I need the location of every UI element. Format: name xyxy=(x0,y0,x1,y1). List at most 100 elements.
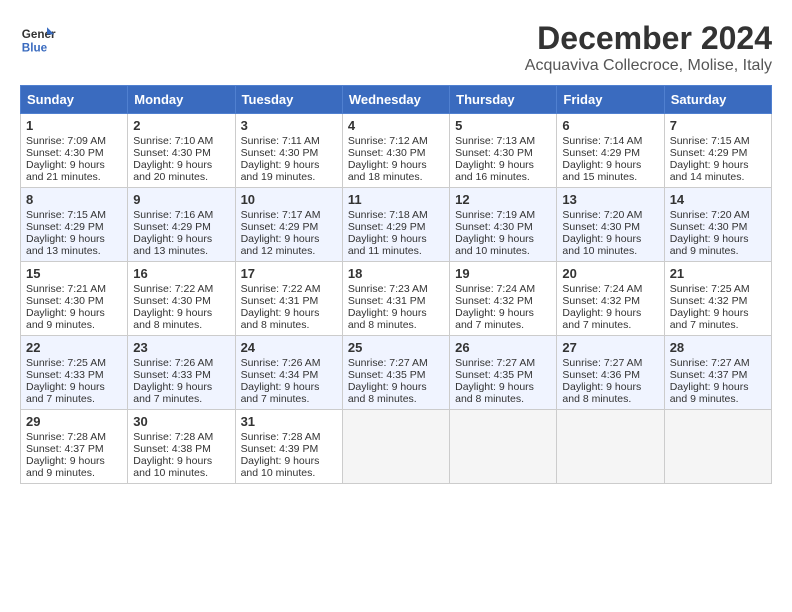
sunrise-text: Sunrise: 7:18 AM xyxy=(348,209,444,221)
sunrise-text: Sunrise: 7:28 AM xyxy=(26,431,122,443)
calendar-cell: 31Sunrise: 7:28 AMSunset: 4:39 PMDayligh… xyxy=(235,410,342,484)
day-number: 23 xyxy=(133,340,229,355)
daylight-text: Daylight: 9 hours and 9 minutes. xyxy=(670,381,766,405)
sunset-text: Sunset: 4:30 PM xyxy=(26,295,122,307)
sunset-text: Sunset: 4:38 PM xyxy=(133,443,229,455)
location-title: Acquaviva Collecroce, Molise, Italy xyxy=(525,57,772,75)
sunset-text: Sunset: 4:29 PM xyxy=(348,221,444,233)
day-number: 29 xyxy=(26,414,122,429)
calendar-cell: 18 Sunrise: 7:23 AMSunset: 4:31 PMDayligh… xyxy=(342,262,449,336)
sunset-text: Sunset: 4:36 PM xyxy=(562,369,658,381)
calendar-cell: 25Sunrise: 7:27 AMSunset: 4:35 PMDayligh… xyxy=(342,336,449,410)
calendar-cell: 13Sunrise: 7:20 AMSunset: 4:30 PMDayligh… xyxy=(557,188,664,262)
daylight-text: Daylight: 9 hours and 10 minutes. xyxy=(562,233,658,257)
svg-text:General: General xyxy=(22,28,56,41)
sunset-text: Sunset: 4:30 PM xyxy=(348,147,444,159)
sunset-text: Sunset: 4:30 PM xyxy=(133,295,229,307)
day-number: 3 xyxy=(241,118,337,133)
logo: General Blue xyxy=(20,20,56,56)
daylight-text: Daylight: 9 hours and 9 minutes. xyxy=(26,307,122,331)
sunrise-text: Sunrise: 7:16 AM xyxy=(133,209,229,221)
calendar-week-row: 22Sunrise: 7:25 AMSunset: 4:33 PMDayligh… xyxy=(21,336,772,410)
sunset-text: Sunset: 4:29 PM xyxy=(670,147,766,159)
calendar-cell: 3Sunrise: 7:11 AMSunset: 4:30 PMDaylight… xyxy=(235,114,342,188)
calendar-cell xyxy=(450,410,557,484)
sunset-text: Sunset: 4:39 PM xyxy=(241,443,337,455)
daylight-text: Daylight: 9 hours and 8 minutes. xyxy=(241,307,337,331)
sunrise-text: Sunrise: 7:15 AM xyxy=(26,209,122,221)
day-header-sunday: Sunday xyxy=(21,86,128,114)
calendar-cell: 26Sunrise: 7:27 AMSunset: 4:35 PMDayligh… xyxy=(450,336,557,410)
title-area: December 2024 Acquaviva Collecroce, Moli… xyxy=(525,20,772,75)
sunrise-text: Sunrise: 7:25 AM xyxy=(670,283,766,295)
daylight-text: Daylight: 9 hours and 13 minutes. xyxy=(133,233,229,257)
sunset-text: Sunset: 4:35 PM xyxy=(348,369,444,381)
sunrise-text: Sunrise: 7:27 AM xyxy=(348,357,444,369)
calendar-cell: 21Sunrise: 7:25 AMSunset: 4:32 PMDayligh… xyxy=(664,262,771,336)
day-number: 9 xyxy=(133,192,229,207)
day-number: 18 xyxy=(348,266,444,281)
daylight-text: Daylight: 9 hours and 7 minutes. xyxy=(133,381,229,405)
sunset-text: Sunset: 4:33 PM xyxy=(133,369,229,381)
daylight-text: Daylight: 9 hours and 13 minutes. xyxy=(26,233,122,257)
calendar-cell: 17Sunrise: 7:22 AMSunset: 4:31 PMDayligh… xyxy=(235,262,342,336)
calendar-cell: 2Sunrise: 7:10 AMSunset: 4:30 PMDaylight… xyxy=(128,114,235,188)
daylight-text: Daylight: 9 hours and 7 minutes. xyxy=(670,307,766,331)
calendar-cell: 6Sunrise: 7:14 AMSunset: 4:29 PMDaylight… xyxy=(557,114,664,188)
daylight-text: Daylight: 9 hours and 11 minutes. xyxy=(348,233,444,257)
day-number: 11 xyxy=(348,192,444,207)
calendar-cell: 28Sunrise: 7:27 AMSunset: 4:37 PMDayligh… xyxy=(664,336,771,410)
calendar-cell: 14Sunrise: 7:20 AMSunset: 4:30 PMDayligh… xyxy=(664,188,771,262)
day-number: 28 xyxy=(670,340,766,355)
calendar-cell: 29Sunrise: 7:28 AMSunset: 4:37 PMDayligh… xyxy=(21,410,128,484)
daylight-text: Daylight: 9 hours and 7 minutes. xyxy=(241,381,337,405)
sunset-text: Sunset: 4:31 PM xyxy=(348,295,444,307)
daylight-text: Daylight: 9 hours and 9 minutes. xyxy=(670,233,766,257)
sunset-text: Sunset: 4:30 PM xyxy=(133,147,229,159)
sunrise-text: Sunrise: 7:26 AM xyxy=(133,357,229,369)
daylight-text: Daylight: 9 hours and 8 minutes. xyxy=(348,307,444,331)
calendar-cell: 5Sunrise: 7:13 AMSunset: 4:30 PMDaylight… xyxy=(450,114,557,188)
calendar-cell: 11 Sunrise: 7:18 AMSunset: 4:29 PMDayligh… xyxy=(342,188,449,262)
day-number: 4 xyxy=(348,118,444,133)
day-number: 31 xyxy=(241,414,337,429)
sunrise-text: Sunrise: 7:23 AM xyxy=(348,283,444,295)
day-number: 8 xyxy=(26,192,122,207)
sunset-text: Sunset: 4:32 PM xyxy=(562,295,658,307)
daylight-text: Daylight: 9 hours and 10 minutes. xyxy=(133,455,229,479)
calendar-cell xyxy=(557,410,664,484)
sunrise-text: Sunrise: 7:22 AM xyxy=(241,283,337,295)
sunrise-text: Sunrise: 7:12 AM xyxy=(348,135,444,147)
calendar-cell: 27Sunrise: 7:27 AMSunset: 4:36 PMDayligh… xyxy=(557,336,664,410)
day-header-saturday: Saturday xyxy=(664,86,771,114)
calendar-cell: 9Sunrise: 7:16 AMSunset: 4:29 PMDaylight… xyxy=(128,188,235,262)
day-number: 27 xyxy=(562,340,658,355)
day-number: 20 xyxy=(562,266,658,281)
day-number: 21 xyxy=(670,266,766,281)
month-title: December 2024 xyxy=(525,20,772,57)
day-header-tuesday: Tuesday xyxy=(235,86,342,114)
day-number: 7 xyxy=(670,118,766,133)
daylight-text: Daylight: 9 hours and 14 minutes. xyxy=(670,159,766,183)
sunset-text: Sunset: 4:29 PM xyxy=(26,221,122,233)
calendar-cell xyxy=(664,410,771,484)
daylight-text: Daylight: 9 hours and 12 minutes. xyxy=(241,233,337,257)
daylight-text: Daylight: 9 hours and 7 minutes. xyxy=(26,381,122,405)
sunset-text: Sunset: 4:30 PM xyxy=(241,147,337,159)
daylight-text: Daylight: 9 hours and 8 minutes. xyxy=(455,381,551,405)
sunset-text: Sunset: 4:30 PM xyxy=(455,147,551,159)
day-number: 5 xyxy=(455,118,551,133)
calendar-cell: 24Sunrise: 7:26 AMSunset: 4:34 PMDayligh… xyxy=(235,336,342,410)
calendar-cell: 23 Sunrise: 7:26 AMSunset: 4:33 PMDayligh… xyxy=(128,336,235,410)
calendar-week-row: 1Sunrise: 7:09 AMSunset: 4:30 PMDaylight… xyxy=(21,114,772,188)
sunrise-text: Sunrise: 7:28 AM xyxy=(133,431,229,443)
daylight-text: Daylight: 9 hours and 7 minutes. xyxy=(562,307,658,331)
calendar-cell xyxy=(342,410,449,484)
sunrise-text: Sunrise: 7:15 AM xyxy=(670,135,766,147)
calendar-cell: 10Sunrise: 7:17 AMSunset: 4:29 PMDayligh… xyxy=(235,188,342,262)
day-header-monday: Monday xyxy=(128,86,235,114)
sunset-text: Sunset: 4:37 PM xyxy=(26,443,122,455)
sunset-text: Sunset: 4:29 PM xyxy=(562,147,658,159)
sunrise-text: Sunrise: 7:28 AM xyxy=(241,431,337,443)
svg-text:Blue: Blue xyxy=(22,42,48,55)
